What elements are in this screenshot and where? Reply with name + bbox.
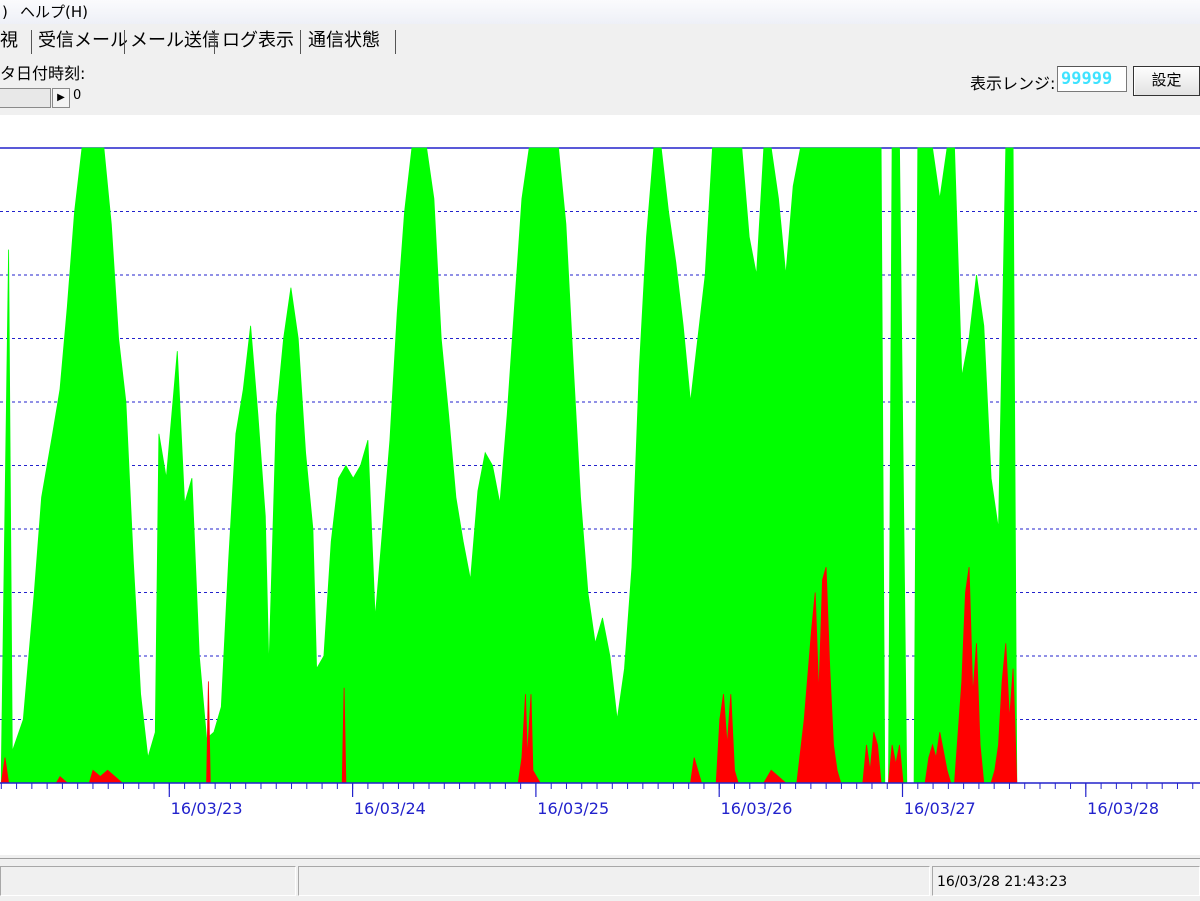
tab-send-mail[interactable]: メール送信 [130, 26, 220, 56]
series-layer [0, 147, 1018, 784]
tab-divider [214, 30, 215, 54]
display-range-input[interactable] [1057, 66, 1127, 92]
status-bar: 16/03/28 21:43:23 [0, 858, 1200, 901]
menu-item-partial[interactable]: ) [2, 0, 8, 24]
data-timestamp-label: データ日付時刻: [0, 64, 86, 83]
set-button[interactable]: 設定 [1133, 66, 1200, 96]
tab-received-mail[interactable]: 受信メール [38, 26, 128, 56]
x-tick-label: 16/03/25 [537, 799, 609, 818]
status-time: 16/03/28 21:43:23 [932, 866, 1200, 896]
x-tick-label: 16/03/23 [171, 799, 243, 818]
x-tick-label: 16/03/24 [354, 799, 426, 818]
tab-monitor[interactable]: 監視 [0, 26, 30, 56]
menu-item-help[interactable]: ヘルプ(H) [20, 0, 88, 24]
tab-divider [124, 30, 125, 54]
tab-label: 受信メール [38, 30, 128, 51]
tab-label: ログ表示 [222, 30, 294, 51]
tab-label: 通信状態 [308, 30, 380, 51]
series-area-1 [0, 147, 1018, 784]
x-tick-label: 16/03/26 [721, 799, 793, 818]
tab-divider [31, 30, 32, 54]
tab-divider [300, 30, 301, 54]
control-panel: データ日付時刻: ▶ 0 表示レンジ: [0, 56, 1200, 114]
scroll-right-arrow-icon[interactable]: ▶ [52, 88, 70, 108]
tab-comm-status[interactable]: 通信状態 [308, 26, 394, 56]
tab-divider [395, 30, 396, 54]
scroll-position-value: 0 [73, 88, 82, 103]
x-tick-label: 16/03/27 [904, 799, 976, 818]
display-range-label: 表示レンジ: [970, 74, 1056, 93]
status-pane-1 [0, 866, 296, 896]
x-tick-label: 16/03/28 [1087, 799, 1159, 818]
tab-label: メール送信 [130, 30, 220, 51]
status-pane-2 [298, 866, 930, 896]
chart-area: 16/03/23 16/03/24 16/03/25 16/03/26 16/03/27… [0, 115, 1200, 855]
tab-bar: 監視 受信メール メール送信 ログ表示 通信状態 [0, 26, 1200, 56]
tab-log-view[interactable]: ログ表示 [222, 26, 304, 56]
x-axis: 16/03/23 16/03/24 16/03/25 16/03/26 16/03/27… [0, 782, 1200, 818]
time-scrollbar[interactable] [0, 88, 51, 108]
traffic-chart: 16/03/23 16/03/24 16/03/25 16/03/26 16/03/27… [0, 147, 1200, 818]
menu-bar: ) ヘルプ(H) [0, 0, 1200, 24]
tab-label: 監視 [0, 30, 18, 51]
